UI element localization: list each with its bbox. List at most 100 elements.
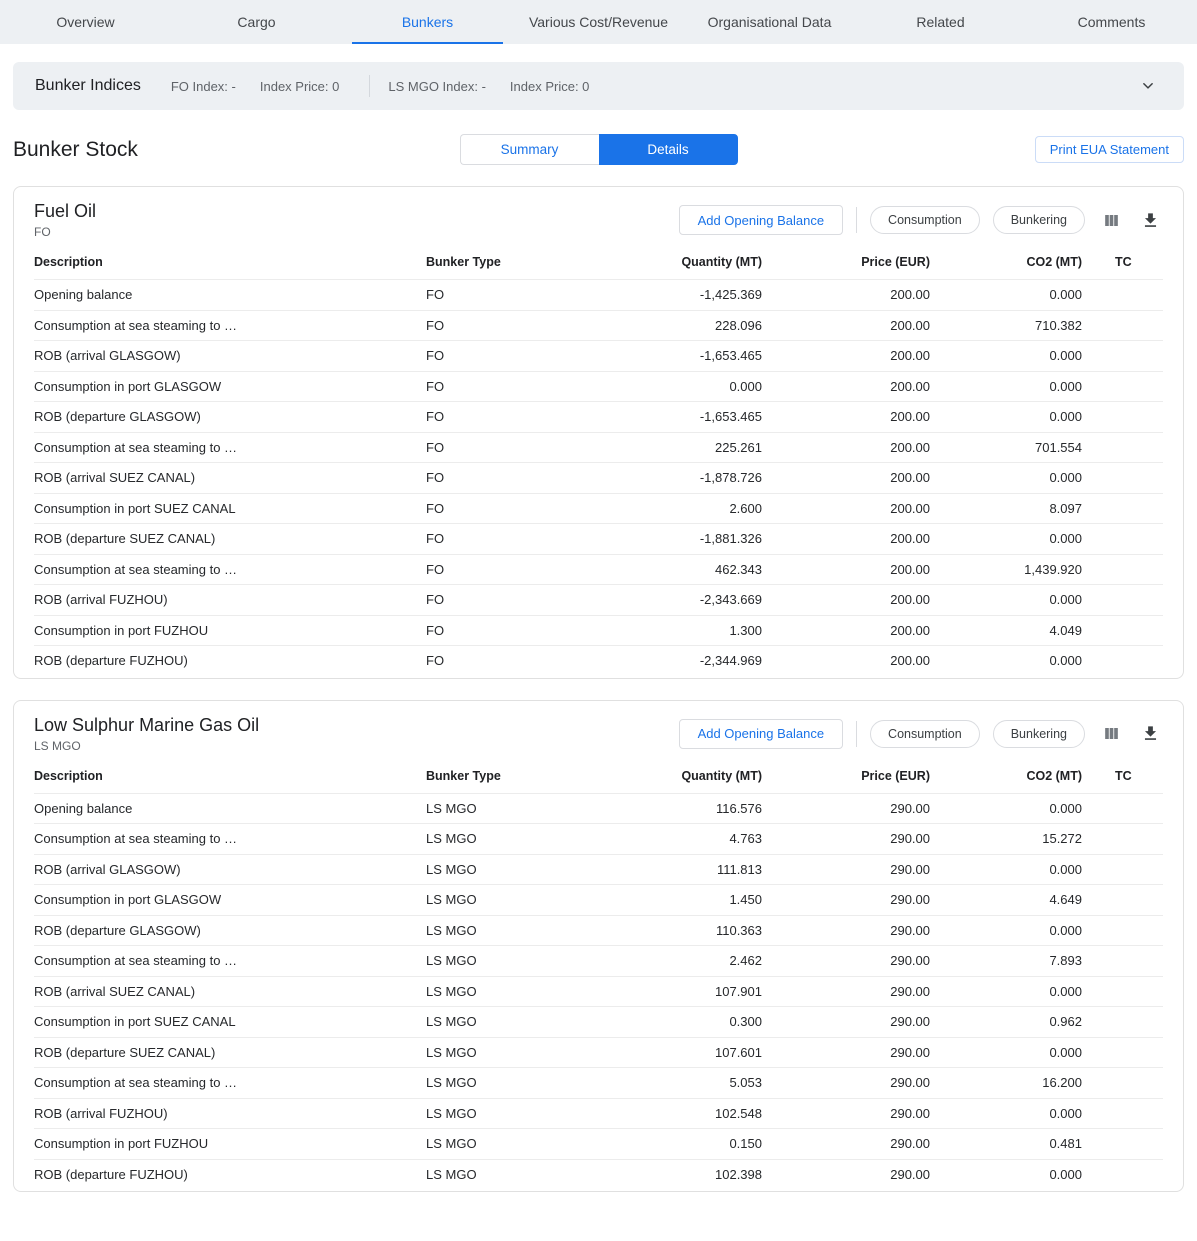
page-title: Bunker Stock (13, 138, 138, 162)
table-row[interactable]: ROB (departure GLASGOW)LS MGO110.363290.… (34, 915, 1163, 946)
table-row[interactable]: ROB (arrival FUZHOU)LS MGO102.548290.000… (34, 1098, 1163, 1129)
table-cell: 228.096 (594, 318, 762, 333)
table-row[interactable]: ROB (departure GLASGOW)FO-1,653.465200.0… (34, 401, 1163, 432)
table-cell: 2.600 (594, 501, 762, 516)
table-cell: ROB (arrival SUEZ CANAL) (34, 470, 426, 485)
bunker-card: Low Sulphur Marine Gas Oil LS MGO Add Op… (13, 700, 1184, 1193)
table-cell: 102.548 (594, 1106, 762, 1121)
card-actions: Add Opening Balance Consumption Bunkerin… (679, 719, 1163, 749)
table-row[interactable]: Consumption at sea steaming to …FO228.09… (34, 310, 1163, 341)
column-header: Price (EUR) (762, 769, 930, 783)
table-cell: Consumption in port SUEZ CANAL (34, 501, 426, 516)
table-cell: 0.000 (930, 984, 1082, 999)
column-header: TC (1082, 255, 1163, 269)
table-row[interactable]: Consumption at sea steaming to …FO225.26… (34, 432, 1163, 463)
table-cell: 200.00 (762, 501, 930, 516)
nav-tab-comments[interactable]: Comments (1026, 0, 1197, 44)
lsmgo-index-price-label: Index Price: 0 (510, 79, 590, 94)
card-title: Fuel Oil (34, 201, 96, 222)
table-row[interactable]: Consumption at sea steaming to …LS MGO5.… (34, 1067, 1163, 1098)
table-row[interactable]: ROB (arrival SUEZ CANAL)LS MGO107.901290… (34, 976, 1163, 1007)
columns-icon[interactable] (1098, 721, 1124, 747)
table-row[interactable]: ROB (departure FUZHOU)FO-2,344.969200.00… (34, 645, 1163, 676)
table-cell: LS MGO (426, 1167, 594, 1182)
columns-icon[interactable] (1098, 207, 1124, 233)
add-opening-balance-button[interactable]: Add Opening Balance (679, 719, 843, 749)
table-row[interactable]: Consumption at sea steaming to …LS MGO2.… (34, 945, 1163, 976)
table-cell: ROB (arrival FUZHOU) (34, 1106, 426, 1121)
table-cell: 290.00 (762, 1075, 930, 1090)
nav-tab-organisational-data[interactable]: Organisational Data (684, 0, 855, 44)
table-cell: 200.00 (762, 379, 930, 394)
table-cell: 0.000 (930, 862, 1082, 877)
table-cell: 0.000 (930, 1167, 1082, 1182)
nav-tab-overview[interactable]: Overview (0, 0, 171, 44)
table-cell: -2,343.669 (594, 592, 762, 607)
table-cell: 5.053 (594, 1075, 762, 1090)
download-icon[interactable] (1137, 207, 1163, 233)
table-cell: 0.000 (594, 379, 762, 394)
table-row[interactable]: Opening balanceFO-1,425.369200.000.000 (34, 279, 1163, 310)
table-row[interactable]: ROB (departure SUEZ CANAL)FO-1,881.32620… (34, 523, 1163, 554)
chevron-down-icon[interactable] (1134, 72, 1162, 100)
table-row[interactable]: Opening balanceLS MGO116.576290.000.000 (34, 793, 1163, 824)
table-cell: 2.462 (594, 953, 762, 968)
table-row[interactable]: ROB (arrival FUZHOU)FO-2,343.669200.000.… (34, 584, 1163, 615)
table-row[interactable]: ROB (departure SUEZ CANAL)LS MGO107.6012… (34, 1037, 1163, 1068)
download-icon[interactable] (1137, 721, 1163, 747)
bunkering-button[interactable]: Bunkering (993, 720, 1085, 748)
table-row[interactable]: ROB (arrival GLASGOW)LS MGO111.813290.00… (34, 854, 1163, 885)
table-cell: 200.00 (762, 287, 930, 302)
table-row[interactable]: Consumption in port FUZHOUFO1.300200.004… (34, 615, 1163, 646)
table-row[interactable]: ROB (arrival GLASGOW)FO-1,653.465200.000… (34, 340, 1163, 371)
table-cell: 4.049 (930, 623, 1082, 638)
table-cell: Consumption at sea steaming to … (34, 440, 426, 455)
table-row[interactable]: Consumption in port SUEZ CANALLS MGO0.30… (34, 1006, 1163, 1037)
nav-tab-bunkers[interactable]: Bunkers (342, 0, 513, 44)
table-cell: Consumption in port GLASGOW (34, 379, 426, 394)
table-cell: Consumption in port GLASGOW (34, 892, 426, 907)
consumption-button[interactable]: Consumption (870, 720, 980, 748)
table-cell: LS MGO (426, 1106, 594, 1121)
summary-details-toggle: Summary Details (460, 134, 738, 165)
consumption-button[interactable]: Consumption (870, 206, 980, 234)
table-cell: 200.00 (762, 531, 930, 546)
table-cell: LS MGO (426, 801, 594, 816)
divider (856, 207, 857, 233)
table-cell: Opening balance (34, 287, 426, 302)
table-row[interactable]: Consumption at sea steaming to …LS MGO4.… (34, 823, 1163, 854)
divider (856, 721, 857, 747)
table-cell: LS MGO (426, 1075, 594, 1090)
table-row[interactable]: ROB (arrival SUEZ CANAL)FO-1,878.726200.… (34, 462, 1163, 493)
table-row[interactable]: ROB (departure FUZHOU)LS MGO102.398290.0… (34, 1159, 1163, 1190)
summary-tab[interactable]: Summary (460, 134, 599, 165)
table-row[interactable]: Consumption in port GLASGOWLS MGO1.45029… (34, 884, 1163, 915)
nav-tab-related[interactable]: Related (855, 0, 1026, 44)
table-cell: 200.00 (762, 409, 930, 424)
card-subtitle: FO (34, 225, 96, 239)
table-cell: 701.554 (930, 440, 1082, 455)
table-cell: ROB (departure GLASGOW) (34, 923, 426, 938)
table-row[interactable]: Consumption in port SUEZ CANALFO2.600200… (34, 493, 1163, 524)
table-row[interactable]: Consumption in port GLASGOWFO0.000200.00… (34, 371, 1163, 402)
card-titles: Low Sulphur Marine Gas Oil LS MGO (34, 715, 259, 753)
table-row[interactable]: Consumption in port FUZHOULS MGO0.150290… (34, 1128, 1163, 1159)
print-eua-statement-button[interactable]: Print EUA Statement (1035, 136, 1184, 163)
table-cell: LS MGO (426, 1136, 594, 1151)
table-body: Opening balanceLS MGO116.576290.000.000C… (34, 793, 1163, 1190)
table-cell: 0.481 (930, 1136, 1082, 1151)
nav-tab-cargo[interactable]: Cargo (171, 0, 342, 44)
nav-tab-various-cost-revenue[interactable]: Various Cost/Revenue (513, 0, 684, 44)
bunker-card: Fuel Oil FO Add Opening Balance Consumpt… (13, 186, 1184, 679)
fo-index-label: FO Index: - (171, 79, 236, 94)
details-tab[interactable]: Details (599, 134, 738, 165)
table-row[interactable]: Consumption at sea steaming to …FO462.34… (34, 554, 1163, 585)
table-cell: 0.000 (930, 653, 1082, 668)
add-opening-balance-button[interactable]: Add Opening Balance (679, 205, 843, 235)
bunkering-button[interactable]: Bunkering (993, 206, 1085, 234)
table-cell: 0.000 (930, 379, 1082, 394)
table-cell: Consumption in port SUEZ CANAL (34, 1014, 426, 1029)
bunker-stock-header: Bunker Stock Summary Details Print EUA S… (13, 134, 1184, 165)
card-titles: Fuel Oil FO (34, 201, 96, 239)
table-cell: Consumption in port FUZHOU (34, 1136, 426, 1151)
